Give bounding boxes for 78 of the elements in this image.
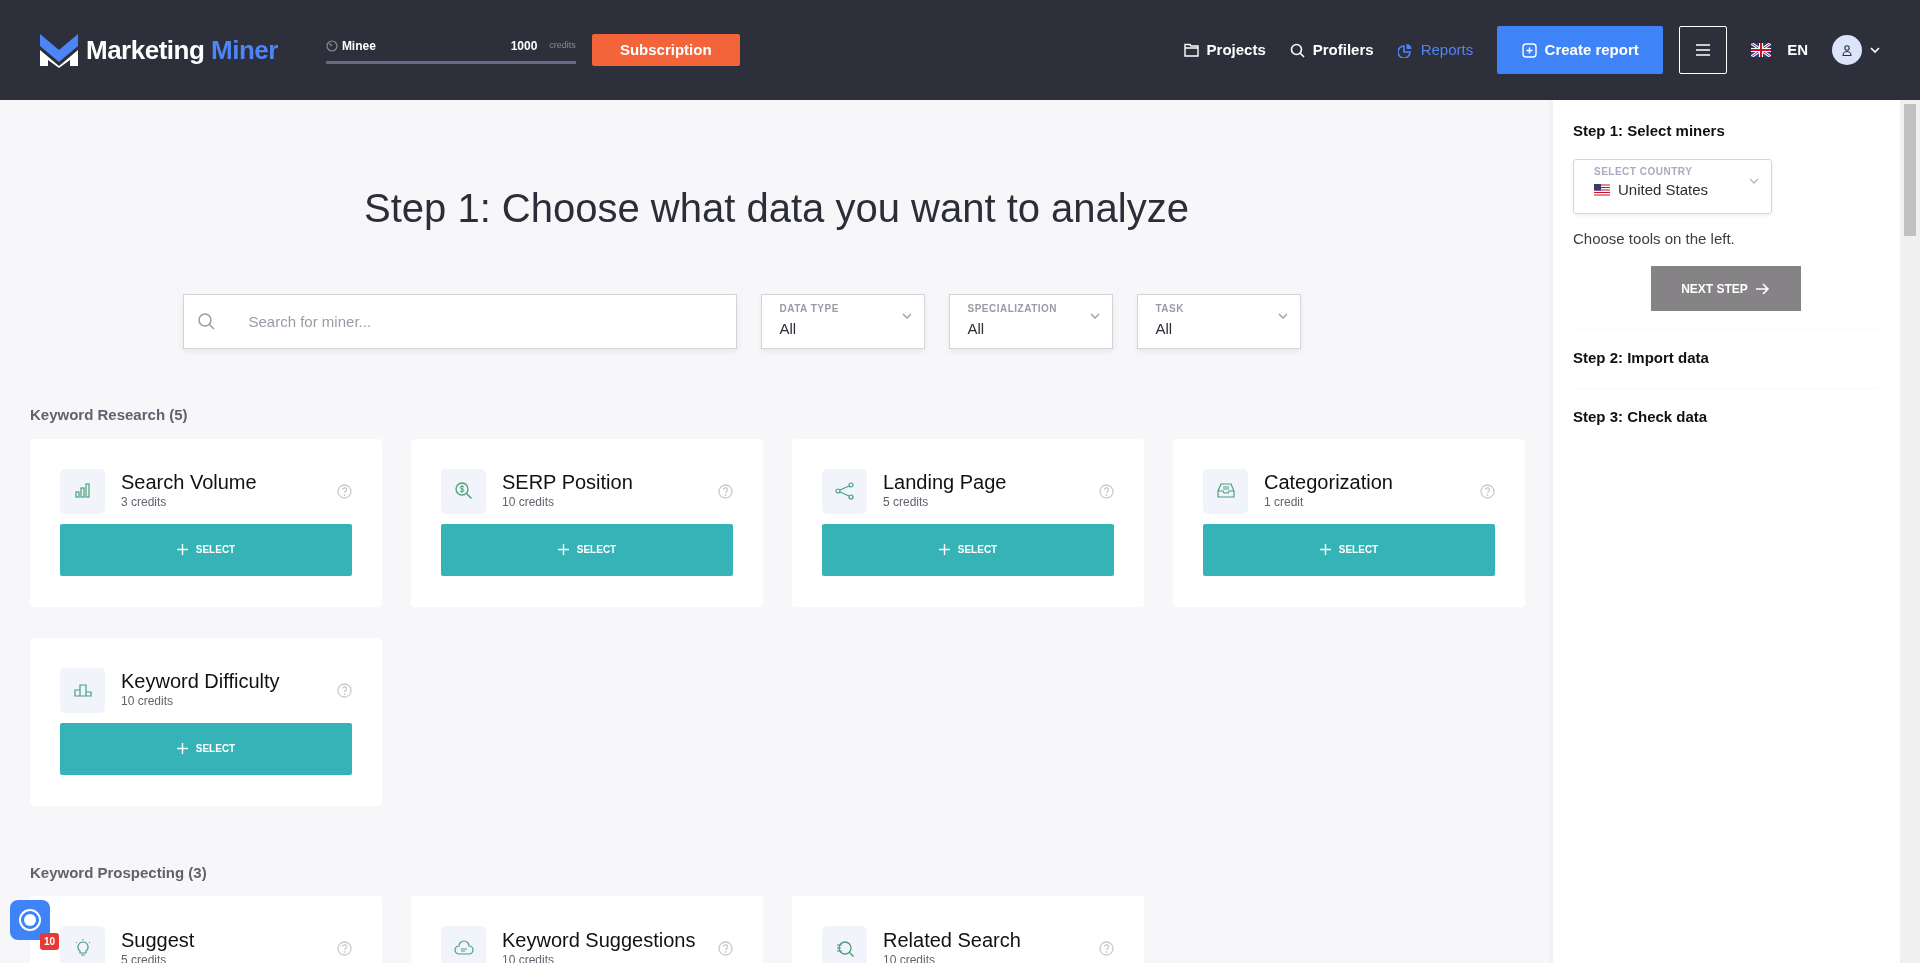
plus-icon — [557, 544, 569, 555]
help-icon[interactable] — [1099, 483, 1114, 499]
gauge-icon — [325, 39, 338, 52]
miner-name: Related Search — [883, 928, 1022, 951]
plus-icon — [176, 544, 188, 555]
miner-name: Categorization — [1264, 471, 1394, 493]
list-search-icon — [822, 926, 867, 963]
filter-dropdown[interactable]: SPECIALIZATION All — [948, 294, 1113, 349]
inbox-tray-icon — [1203, 468, 1248, 514]
country-select[interactable]: SELECT COUNTRY United States — [1573, 158, 1772, 214]
miner-credits: 1 credit — [1264, 494, 1305, 511]
help-icon[interactable] — [337, 682, 352, 698]
miner-credits: 10 credits — [502, 494, 556, 511]
section-heading: Keyword Research (5) — [30, 405, 189, 425]
step-title[interactable]: Step 2: Import data — [1573, 347, 1878, 370]
plus-icon — [1319, 544, 1331, 555]
plus-square-icon — [1521, 42, 1537, 58]
notification-badge: 10 — [40, 933, 60, 950]
miner-credits: 5 credits — [121, 951, 168, 963]
menu-icon — [1696, 44, 1711, 56]
miner-credits: 10 credits — [502, 951, 556, 963]
help-icon[interactable] — [1480, 483, 1495, 499]
search-field[interactable]: Search for miner... — [182, 294, 737, 349]
chevron-icon — [1277, 313, 1288, 319]
nav-link[interactable]: Reports — [1397, 38, 1474, 62]
branch-icon — [822, 468, 867, 514]
language-label[interactable]: EN — [1787, 38, 1808, 62]
plus-icon — [938, 544, 950, 555]
miner-credits: 3 credits — [121, 494, 168, 511]
help-icon[interactable] — [337, 941, 352, 956]
miner-credits: 10 credits — [883, 951, 937, 963]
folder-icon — [1183, 43, 1199, 57]
chevron-icon — [901, 313, 912, 319]
hint-text: Choose tools on the left. — [1573, 228, 1736, 249]
miner-credits: 5 credits — [883, 494, 930, 511]
account-name: Minee — [341, 37, 376, 55]
arrow-right-icon — [1755, 282, 1770, 295]
miner-name: Suggest — [121, 928, 196, 951]
us-flag-icon — [1594, 183, 1610, 196]
credit-amount: 1000 — [510, 37, 538, 55]
lightbulb-icon — [60, 926, 105, 963]
section-heading: Keyword Prospecting (3) — [30, 862, 208, 883]
page-title: Step 1: Choose what data you want to analyze — [363, 185, 1190, 232]
target-icon — [18, 908, 42, 932]
miner-credits: 10 credits — [121, 693, 175, 710]
chevron-icon — [1089, 313, 1100, 319]
logo-icon — [40, 32, 78, 68]
miner-name: SERP Position — [502, 471, 634, 493]
miner-name: Keyword Difficulty — [121, 670, 281, 692]
miner-name: Keyword Suggestions — [502, 928, 697, 951]
dollar-search-icon — [441, 468, 486, 514]
step-title: Step 1: Select miners — [1573, 121, 1726, 141]
user-avatar[interactable] — [1832, 35, 1862, 65]
credit-unit: credits — [549, 38, 576, 52]
plus-icon — [176, 743, 188, 754]
miner-name: Landing Page — [883, 471, 1008, 493]
filter-dropdown[interactable]: TASK All — [1136, 294, 1301, 349]
chevron-icon — [1749, 177, 1759, 184]
podium-icon — [60, 667, 105, 713]
help-icon[interactable] — [718, 483, 733, 499]
step-title[interactable]: Step 3: Check data — [1573, 405, 1878, 428]
miner-name: Search Volume — [121, 471, 258, 493]
help-icon[interactable] — [1099, 941, 1114, 956]
logo-text[interactable]: Marketing Miner — [86, 30, 278, 70]
cloud-icon — [441, 926, 486, 963]
help-icon[interactable] — [718, 941, 733, 956]
nav-link[interactable]: Profilers — [1289, 38, 1374, 62]
help-icon[interactable] — [337, 483, 352, 499]
menu-button[interactable] — [1679, 26, 1728, 74]
uk-flag-icon[interactable] — [1751, 43, 1772, 57]
pie-chart-icon — [1397, 42, 1413, 58]
scrollbar-thumb[interactable] — [1904, 104, 1916, 236]
search-icon — [1289, 42, 1305, 58]
bar-chart-icon — [60, 468, 105, 514]
nav-link[interactable]: Projects — [1183, 38, 1266, 62]
filter-dropdown[interactable]: DATA TYPE All — [760, 294, 925, 349]
caret-icon[interactable] — [1870, 46, 1880, 54]
create-report-button[interactable]: Create report — [1497, 26, 1664, 74]
